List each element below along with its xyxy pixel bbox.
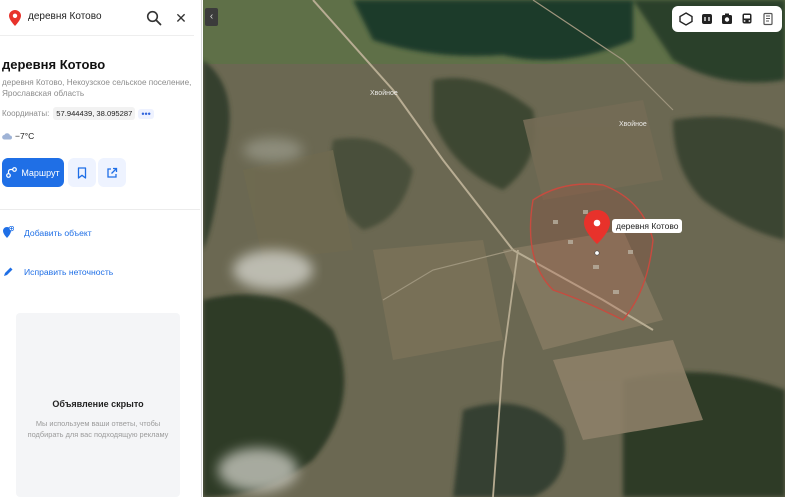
place-panel: деревня Котово ✕ деревня Котово деревня … — [0, 0, 202, 497]
pencil-icon — [4, 267, 13, 276]
fix-inaccuracy-label: Исправить неточность — [24, 267, 114, 277]
cloud-icon — [2, 133, 12, 140]
weather-temperature: −7°C — [15, 131, 35, 141]
add-pin-icon — [3, 226, 14, 238]
close-icon[interactable]: ✕ — [174, 10, 188, 26]
map-place-label[interactable]: деревня Котово — [612, 219, 683, 233]
location-pin-icon — [9, 10, 21, 26]
add-object-link[interactable]: Добавить объект — [2, 226, 92, 239]
route-icon — [6, 167, 18, 178]
route-button-label: Маршрут — [21, 167, 60, 178]
bookmark-button[interactable] — [68, 158, 96, 187]
map-toolbar — [672, 6, 782, 32]
place-address: деревня Котово, Некоузское сельское посе… — [2, 78, 192, 98]
route-button[interactable]: Маршрут — [2, 158, 64, 187]
search-icon[interactable] — [146, 10, 162, 26]
search-input[interactable]: деревня Котово — [28, 11, 102, 22]
weather: −7°C — [2, 131, 34, 141]
transit-icon[interactable] — [739, 11, 755, 27]
ad-title: Объявление скрыто — [52, 399, 144, 409]
bookmark-icon — [77, 166, 87, 179]
divider — [0, 209, 200, 210]
coordinates-more-button[interactable]: ••• — [138, 108, 154, 119]
satellite-imagery — [203, 0, 785, 497]
search-bar[interactable]: деревня Котово ✕ — [0, 0, 194, 36]
map-faint-label: Хвойное — [619, 121, 647, 128]
layers-icon[interactable] — [678, 11, 694, 27]
satellite-map[interactable]: Хвойное Хвойное — [203, 0, 785, 497]
panorama-icon[interactable] — [719, 11, 735, 27]
coordinates-value[interactable]: 57.944439, 38.095287 — [53, 107, 136, 120]
map-faint-label: Хвойное — [370, 90, 398, 97]
traffic-icon[interactable] — [699, 11, 715, 27]
coordinates-row: Координаты: 57.944439, 38.095287 ••• — [2, 107, 154, 120]
place-title: деревня Котово — [2, 57, 106, 72]
share-icon — [107, 167, 118, 178]
coordinates-label: Координаты: — [2, 109, 50, 118]
collapse-panel-button[interactable]: ‹ — [205, 8, 218, 26]
ad-text: Мы используем ваши ответы, чтобы подбира… — [27, 419, 169, 439]
share-button[interactable] — [98, 158, 126, 187]
add-object-label: Добавить объект — [24, 227, 92, 238]
fix-inaccuracy-link[interactable]: Исправить неточность — [2, 266, 113, 278]
ruler-icon[interactable] — [760, 11, 776, 27]
ad-placeholder: Объявление скрыто Мы используем ваши отв… — [16, 313, 180, 497]
